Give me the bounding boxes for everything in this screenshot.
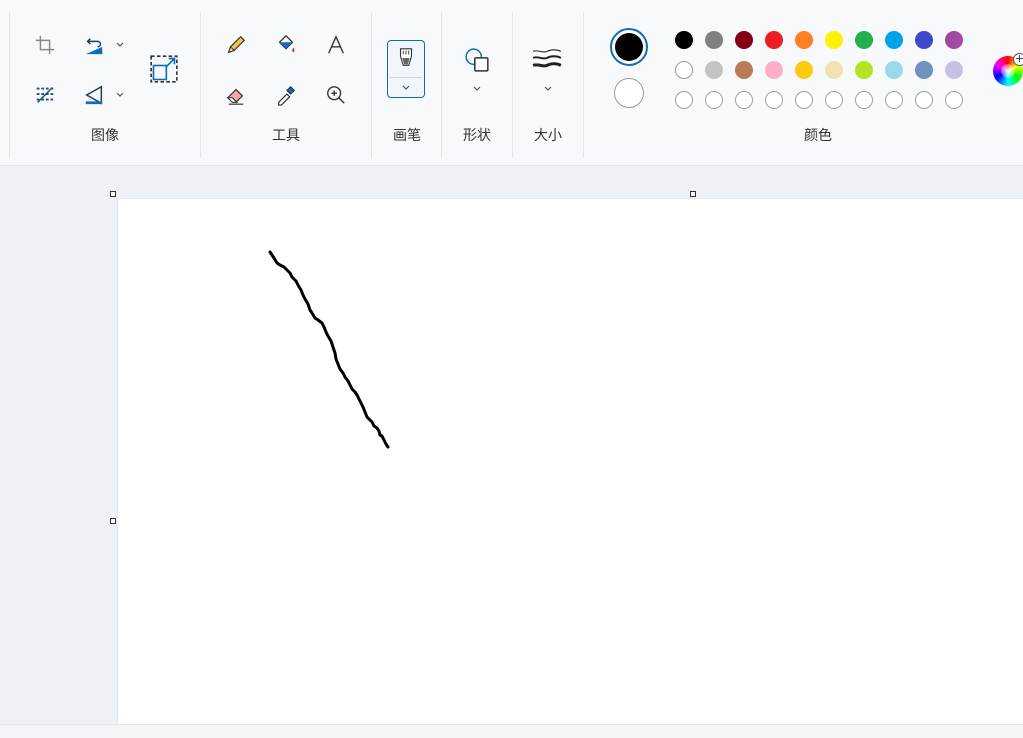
magnifier-icon	[327, 86, 345, 104]
custom-color-slot[interactable]	[945, 91, 963, 109]
size-dropdown-icon[interactable]	[543, 84, 553, 94]
shapes-button[interactable]	[461, 44, 493, 76]
primary-color-swatch	[615, 33, 643, 61]
resize-handle-top-left[interactable]	[110, 191, 116, 197]
size-lines-icon	[532, 49, 562, 68]
palette-color-swatch[interactable]	[765, 31, 783, 49]
rotate-icon	[85, 38, 103, 55]
palette-color-swatch[interactable]	[855, 61, 873, 79]
text-button[interactable]	[320, 29, 352, 61]
rotate-button[interactable]	[78, 29, 110, 61]
palette-color-swatch[interactable]	[825, 31, 843, 49]
pencil-button[interactable]	[220, 29, 252, 61]
custom-color-slot[interactable]	[765, 91, 783, 109]
shapes-group-label: 形状	[463, 128, 491, 144]
fill-icon	[278, 34, 295, 53]
flip-button[interactable]	[78, 79, 110, 111]
crop-icon	[35, 35, 55, 55]
select-icon	[36, 87, 54, 103]
fill-button[interactable]	[270, 29, 302, 61]
secondary-color-button[interactable]	[614, 78, 644, 108]
custom-color-slot[interactable]	[735, 91, 753, 109]
palette-color-swatch[interactable]	[675, 61, 693, 79]
palette-color-swatch[interactable]	[795, 31, 813, 49]
crop-button[interactable]	[29, 29, 61, 61]
text-icon	[328, 35, 344, 54]
resize-icon	[150, 55, 178, 83]
palette-color-swatch[interactable]	[915, 61, 933, 79]
select-button[interactable]	[29, 79, 61, 111]
resize-handle-top-middle[interactable]	[690, 191, 696, 197]
separator	[441, 12, 442, 158]
image-group-label: 图像	[91, 128, 119, 144]
brush-dropdown-icon[interactable]	[401, 83, 411, 93]
drawn-stroke	[268, 250, 390, 449]
resize-handle-middle-left[interactable]	[110, 518, 116, 524]
separator	[512, 12, 513, 158]
palette-color-swatch[interactable]	[945, 61, 963, 79]
drawing-surface	[268, 250, 390, 449]
ribbon-toolbar: 图像 工具 画笔 形状 大小 + 颜色	[0, 0, 1023, 166]
palette-color-swatch[interactable]	[825, 61, 843, 79]
palette-color-swatch[interactable]	[675, 31, 693, 49]
color-picker-icon	[278, 85, 296, 106]
eraser-button[interactable]	[220, 79, 252, 111]
custom-color-slot[interactable]	[675, 91, 693, 109]
eraser-icon	[226, 88, 244, 105]
magnifier-button[interactable]	[320, 79, 352, 111]
edit-colors-button[interactable]: +	[993, 53, 1023, 86]
separator	[371, 12, 372, 158]
shapes-dropdown-icon[interactable]	[472, 84, 482, 94]
brush-button[interactable]	[387, 40, 425, 98]
palette-color-swatch[interactable]	[735, 61, 753, 79]
flip-dropdown-icon[interactable]	[115, 90, 125, 100]
palette-color-swatch[interactable]	[885, 31, 903, 49]
palette-color-swatch[interactable]	[915, 31, 933, 49]
palette-color-swatch[interactable]	[705, 61, 723, 79]
size-group-label: 大小	[534, 128, 562, 144]
flip-icon	[85, 85, 103, 105]
custom-color-slot[interactable]	[825, 91, 843, 109]
resize-button[interactable]	[148, 53, 180, 85]
palette-color-swatch[interactable]	[735, 31, 753, 49]
palette-color-swatch[interactable]	[765, 61, 783, 79]
palette-color-swatch[interactable]	[945, 31, 963, 49]
color-picker-button[interactable]	[270, 79, 302, 111]
rotate-dropdown-icon[interactable]	[115, 40, 125, 50]
palette-color-swatch[interactable]	[855, 31, 873, 49]
custom-color-slot[interactable]	[885, 91, 903, 109]
pencil-icon	[227, 35, 246, 54]
color-wheel-icon	[1001, 64, 1015, 78]
custom-color-slot[interactable]	[795, 91, 813, 109]
separator	[200, 12, 201, 158]
colors-group-label: 颜色	[804, 128, 832, 144]
brush-icon	[399, 48, 413, 66]
palette-color-swatch[interactable]	[795, 61, 813, 79]
tools-group-label: 工具	[272, 128, 300, 144]
palette-color-swatch[interactable]	[705, 31, 723, 49]
brushes-group-label: 画笔	[393, 128, 421, 144]
custom-color-slot[interactable]	[705, 91, 723, 109]
add-color-icon: +	[1013, 53, 1023, 66]
primary-color-button[interactable]	[610, 28, 648, 66]
custom-color-slot[interactable]	[915, 91, 933, 109]
drawing-canvas[interactable]	[117, 198, 1023, 725]
palette-color-swatch[interactable]	[885, 61, 903, 79]
separator	[9, 12, 10, 158]
size-button[interactable]	[531, 44, 563, 76]
shapes-icon	[465, 48, 489, 72]
custom-color-slot[interactable]	[855, 91, 873, 109]
status-bar	[0, 724, 1023, 738]
separator	[583, 12, 584, 158]
